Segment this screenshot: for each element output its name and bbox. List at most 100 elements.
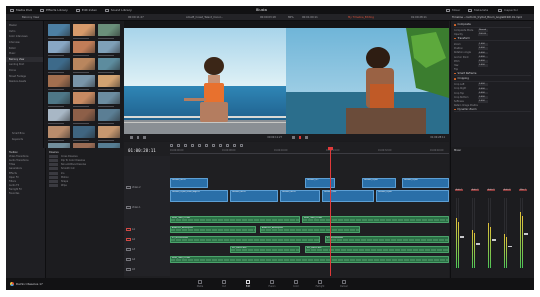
clip-thumbnail[interactable] xyxy=(98,58,120,73)
clip-thumbnail[interactable] xyxy=(73,92,95,107)
edit-index-toggle[interactable]: Edit Index xyxy=(75,8,97,12)
viewer-zoom[interactable]: 80% xyxy=(288,16,294,19)
smart-bin-item[interactable]: Keywords xyxy=(9,137,44,143)
video-clip[interactable]: conform_talent xyxy=(280,190,320,202)
source-next-icon[interactable] xyxy=(143,136,146,139)
program-play-icon[interactable] xyxy=(298,136,301,139)
marker-icon[interactable] xyxy=(233,143,236,147)
source-play-icon[interactable] xyxy=(136,136,139,139)
channel-fader[interactable] xyxy=(508,245,512,248)
clip-thumbnail[interactable] xyxy=(48,126,70,141)
clip-thumbnail[interactable] xyxy=(73,58,95,73)
flag-icon[interactable] xyxy=(226,143,229,147)
insert-icon[interactable] xyxy=(191,143,194,147)
track-arm-icon[interactable] xyxy=(126,258,131,261)
clip-thumbnail[interactable] xyxy=(98,126,120,141)
track-arm-icon[interactable] xyxy=(126,238,131,241)
inspector-section-header[interactable]: Composite xyxy=(454,23,531,28)
playhead[interactable] xyxy=(330,148,331,276)
overwrite-icon[interactable] xyxy=(198,143,201,147)
audio-clip[interactable]: VO_Interview.wav xyxy=(325,236,449,243)
property-value[interactable]: 0.000 xyxy=(478,47,488,50)
audio-clip[interactable]: Music_Track_01.wav xyxy=(170,256,449,263)
inspector-toggle[interactable]: Inspector xyxy=(498,6,518,14)
inspector-section-header[interactable]: Smart Reframe xyxy=(454,72,531,77)
clip-thumbnail[interactable] xyxy=(73,41,95,56)
clip-thumbnail[interactable] xyxy=(48,92,70,107)
property-value[interactable]: 0.000 xyxy=(478,55,488,59)
page-tab-deliver[interactable]: Deliver xyxy=(336,280,352,288)
section-enable-icon[interactable] xyxy=(454,37,456,40)
clip-thumbnail[interactable] xyxy=(48,24,70,39)
zoom-icon[interactable] xyxy=(240,143,243,147)
clip-thumbnail[interactable] xyxy=(98,92,120,107)
blade-tool-icon[interactable] xyxy=(184,143,187,147)
track-arm-icon[interactable] xyxy=(126,268,131,271)
trim-tool-icon[interactable] xyxy=(177,143,180,147)
program-next-icon[interactable] xyxy=(305,136,308,139)
clip-thumbnail[interactable] xyxy=(73,24,95,39)
replace-icon[interactable] xyxy=(205,143,208,147)
property-value[interactable]: 0.000 xyxy=(478,83,488,87)
audio-track-header[interactable]: A1 xyxy=(126,228,168,231)
audio-track-header[interactable]: A3 xyxy=(126,248,168,251)
property-value[interactable]: 0.000 xyxy=(478,59,488,63)
clip-thumbnail[interactable] xyxy=(48,58,70,73)
audio-clip[interactable]: SFX_Waves.wav xyxy=(305,246,449,253)
page-tab-edit[interactable]: Edit xyxy=(240,280,256,288)
bin-item[interactable]: Resolve Assets xyxy=(6,79,43,85)
video-clip[interactable]: conform_tryout_Bcum_Angle01 xyxy=(170,190,228,202)
effects-category[interactable]: Favorites xyxy=(9,192,42,196)
property-value[interactable]: 0.000 xyxy=(478,64,488,67)
effects-library-toggle[interactable]: Effects Library xyxy=(40,8,68,12)
page-tab-fairlight[interactable]: Fairlight xyxy=(312,280,328,288)
video-clip[interactable]: conform_tryout xyxy=(362,178,396,188)
clip-thumbnail[interactable] xyxy=(48,109,70,124)
audio-clip[interactable]: VO_Interview.wav xyxy=(170,236,320,243)
sound-library-toggle[interactable]: Sound Library xyxy=(104,8,132,12)
page-tab-media[interactable]: Media xyxy=(192,280,208,288)
program-prev-icon[interactable] xyxy=(292,136,295,139)
inspector-section-header[interactable]: Dynamic Zoom xyxy=(454,108,531,113)
property-value[interactable]: 0.000 xyxy=(478,96,488,99)
effect-item[interactable]: Wipe xyxy=(49,184,121,188)
media-pool-toggle[interactable]: Media Pool xyxy=(10,8,32,12)
timeline-ruler[interactable]: 01:00:00:00 01:00:08:00 01:00:16:00 01:00:2… xyxy=(170,148,449,154)
property-value[interactable]: 0.000 xyxy=(478,87,488,91)
inspector-section-header[interactable]: Transform xyxy=(454,37,531,42)
property-value[interactable]: 100.00 xyxy=(478,33,488,37)
clip-thumbnail[interactable] xyxy=(98,109,120,124)
clip-thumbnail[interactable] xyxy=(73,126,95,141)
audio-clip[interactable]: Ambience_Balcony.wav xyxy=(170,226,256,233)
property-value[interactable]: 1.000 xyxy=(478,43,488,46)
section-enable-icon[interactable] xyxy=(454,108,456,111)
property-value[interactable]: Normal xyxy=(478,29,488,32)
track-lock-icon[interactable] xyxy=(126,206,131,209)
audio-track-header[interactable]: A5 xyxy=(126,268,168,271)
video-clip[interactable]: conform_talent xyxy=(170,178,208,188)
audio-clip[interactable]: Music_Track_01.wav xyxy=(170,216,300,223)
property-value[interactable]: 0.000 xyxy=(478,51,488,55)
channel-fader[interactable] xyxy=(492,239,496,241)
track-arm-icon[interactable] xyxy=(126,228,131,231)
channel-fader[interactable] xyxy=(524,233,528,235)
section-enable-icon[interactable] xyxy=(454,78,456,80)
track-arm-icon[interactable] xyxy=(126,248,131,251)
clip-thumbnail[interactable] xyxy=(98,24,120,39)
select-tool-icon[interactable] xyxy=(170,143,173,147)
video-track-header[interactable]: Video 2 xyxy=(126,186,168,189)
inspector-section-header[interactable]: Cropping xyxy=(454,77,531,82)
clip-thumbnail[interactable] xyxy=(48,75,70,90)
video-clip[interactable]: conform_talent xyxy=(230,190,278,202)
source-clip-name[interactable]: Amalfi_Coast_Talent_Conor... xyxy=(186,16,223,19)
metadata-toggle[interactable]: Metadata xyxy=(468,6,488,14)
audio-track-header[interactable]: A4 xyxy=(126,258,168,261)
track-lock-icon[interactable] xyxy=(126,186,131,189)
clip-thumbnail[interactable] xyxy=(98,75,120,90)
video-clip[interactable]: conform_tryout xyxy=(376,190,449,202)
channel-fader[interactable] xyxy=(460,236,464,238)
pool-bin-title[interactable]: Balcony View xyxy=(22,16,39,19)
source-prev-icon[interactable] xyxy=(130,136,133,139)
section-enable-icon[interactable] xyxy=(454,72,456,75)
clip-thumbnail[interactable] xyxy=(73,75,95,90)
